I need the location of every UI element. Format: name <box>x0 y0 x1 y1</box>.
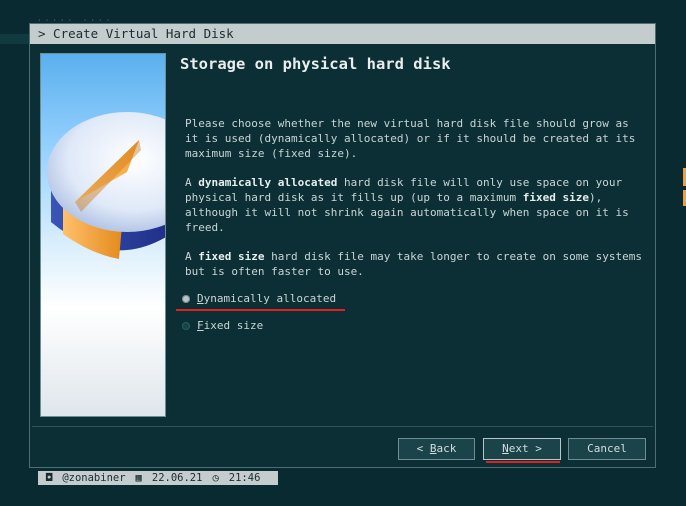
page-heading: Storage on physical hard disk <box>180 55 451 73</box>
background-strip <box>0 34 30 44</box>
dynamic-explanation-paragraph: A dynamically allocated hard disk file w… <box>185 176 629 234</box>
bold-term: fixed size <box>522 191 589 204</box>
bold-term: fixed size <box>198 250 265 263</box>
cancel-button[interactable]: Cancel <box>568 438 646 460</box>
camera-icon: ◘ <box>46 472 53 484</box>
dialog-client-area: Storage on physical hard disk Please cho… <box>32 46 653 465</box>
option-label: ixed size <box>203 319 264 332</box>
bottom-statusbar: ◘ @zonabiner ▦ 22.06.21 ◷ 21:46 <box>38 471 278 485</box>
hard-disk-pie-icon <box>47 112 165 259</box>
dialog-title: > Create Virtual Hard Disk <box>38 26 234 41</box>
clock-icon: ◷ <box>212 472 219 484</box>
dialog-titlebar[interactable]: > Create Virtual Hard Disk <box>30 24 655 44</box>
bold-term: dynamically allocated <box>198 176 338 189</box>
back-button[interactable]: < Back <box>398 438 475 460</box>
fixed-size-option[interactable]: Fixed size <box>182 319 263 332</box>
annotation-underline <box>486 461 560 463</box>
statusbar-user: @zonabiner <box>62 472 126 484</box>
statusbar-time: 21:46 <box>228 472 261 484</box>
statusbar-date: 22.06.21 <box>151 472 203 484</box>
description-paragraph: Please choose whether the new virtual ha… <box>185 117 636 160</box>
button-separator <box>32 426 653 427</box>
option-mnemonic: F <box>197 319 204 332</box>
radio-unselected-icon[interactable] <box>182 322 190 330</box>
create-virtual-hard-disk-dialog: > Create Virtual Hard Disk Storage on ph… <box>29 23 656 468</box>
option-mnemonic: D <box>197 292 204 305</box>
fixed-explanation-paragraph: A fixed size hard disk file may take lon… <box>185 250 642 278</box>
annotation-underline <box>176 309 345 311</box>
radio-selected-icon[interactable] <box>182 295 190 303</box>
calendar-icon: ▦ <box>135 472 142 484</box>
next-button[interactable]: Next > <box>483 438 561 460</box>
dynamically-allocated-option[interactable]: Dynamically allocated <box>182 292 336 305</box>
wizard-banner-image <box>40 53 166 417</box>
option-label: ynamically allocated <box>203 292 337 305</box>
